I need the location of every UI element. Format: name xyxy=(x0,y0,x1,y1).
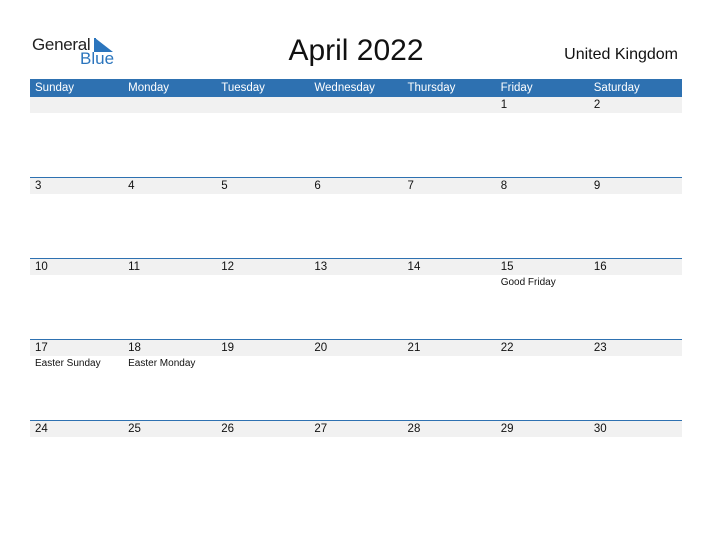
day-number: 12 xyxy=(221,261,235,273)
day-cell: 28 xyxy=(403,421,496,501)
day-cell: 4 xyxy=(123,178,216,258)
day-number: 13 xyxy=(314,261,328,273)
day-number: 30 xyxy=(593,423,607,435)
day-cell xyxy=(403,97,496,177)
holiday-label: Good Friday xyxy=(500,277,556,288)
day-number: 11 xyxy=(128,261,141,273)
day-cell: 27 xyxy=(309,421,402,501)
day-cell: 10 xyxy=(30,259,123,339)
day-number: 19 xyxy=(221,342,235,354)
day-cell: 1 xyxy=(496,97,589,177)
day-number: 3 xyxy=(35,180,42,192)
week-row: 3 4 5 6 7 8 9 xyxy=(30,177,682,258)
day-cell: 11 xyxy=(123,259,216,339)
day-number: 26 xyxy=(221,423,235,435)
day-number: 23 xyxy=(593,342,607,354)
day-cell: 7 xyxy=(403,178,496,258)
day-cell: 8 xyxy=(496,178,589,258)
day-number: 8 xyxy=(500,180,508,192)
weekday-saturday: Saturday xyxy=(593,82,640,94)
day-number: 2 xyxy=(593,99,601,111)
weekday-monday: Monday xyxy=(128,82,170,94)
day-cell: 21 xyxy=(403,340,496,420)
day-cell: 26 xyxy=(216,421,309,501)
day-cell: 2 xyxy=(589,97,682,177)
day-cell xyxy=(216,97,309,177)
day-number: 18 xyxy=(128,342,141,354)
weekday-wednesday: Wednesday xyxy=(314,82,375,94)
day-number: 28 xyxy=(407,423,421,435)
day-cell xyxy=(123,97,216,177)
country-label: United Kingdom xyxy=(564,46,678,63)
day-cell: 19 xyxy=(216,340,309,420)
week-row: 24 25 26 27 28 29 30 xyxy=(30,420,682,501)
day-number: 29 xyxy=(500,423,514,435)
day-cell: 12 xyxy=(216,259,309,339)
week-row: 10 11 12 13 14 15 Good Friday 16 xyxy=(30,258,682,339)
day-cell: 14 xyxy=(403,259,496,339)
day-number: 10 xyxy=(35,261,48,273)
day-number: 27 xyxy=(314,423,328,435)
day-number: 17 xyxy=(35,342,48,354)
weekday-header: Sunday Monday Tuesday Wednesday Thursday… xyxy=(30,79,682,97)
day-number: 20 xyxy=(314,342,328,354)
day-cell: 20 xyxy=(309,340,402,420)
weekday-thursday: Thursday xyxy=(407,82,456,94)
day-cell: 17 Easter Sunday xyxy=(30,340,123,420)
day-cell: 3 xyxy=(30,178,123,258)
day-cell: 30 xyxy=(589,421,682,501)
day-number: 7 xyxy=(407,180,414,192)
day-cell: 15 Good Friday xyxy=(496,259,589,339)
day-number: 25 xyxy=(128,423,141,435)
day-number: 6 xyxy=(314,180,321,192)
weekday-sunday: Sunday xyxy=(35,82,75,94)
day-cell: 5 xyxy=(216,178,309,258)
day-number: 4 xyxy=(128,180,135,192)
week-row: 17 Easter Sunday 18 Easter Monday 19 20 21 22 23 xyxy=(30,339,682,420)
holiday-label: Easter Monday xyxy=(128,358,196,369)
day-number: 21 xyxy=(407,342,421,354)
day-number: 15 xyxy=(500,261,514,273)
day-number: 5 xyxy=(221,180,228,192)
day-cell: 25 xyxy=(123,421,216,501)
holiday-label: Easter Sunday xyxy=(35,358,101,369)
day-number: 24 xyxy=(35,423,48,435)
day-cell: 24 xyxy=(30,421,123,501)
day-number: 9 xyxy=(593,180,601,192)
day-number: 22 xyxy=(500,342,514,354)
weekday-friday: Friday xyxy=(500,82,533,94)
day-cell: 16 xyxy=(589,259,682,339)
day-cell: 22 xyxy=(496,340,589,420)
week-row: 12 xyxy=(30,97,682,177)
day-cell: 9 xyxy=(589,178,682,258)
day-number: 14 xyxy=(407,261,421,273)
day-cell: 23 xyxy=(589,340,682,420)
day-cell xyxy=(309,97,402,177)
day-cell xyxy=(30,97,123,177)
day-cell: 18 Easter Monday xyxy=(123,340,216,420)
day-cell: 13 xyxy=(309,259,402,339)
day-number: 1 xyxy=(500,99,508,111)
day-number: 16 xyxy=(593,261,607,273)
day-cell: 29 xyxy=(496,421,589,501)
day-cell: 6 xyxy=(309,178,402,258)
weekday-tuesday: Tuesday xyxy=(221,82,265,94)
